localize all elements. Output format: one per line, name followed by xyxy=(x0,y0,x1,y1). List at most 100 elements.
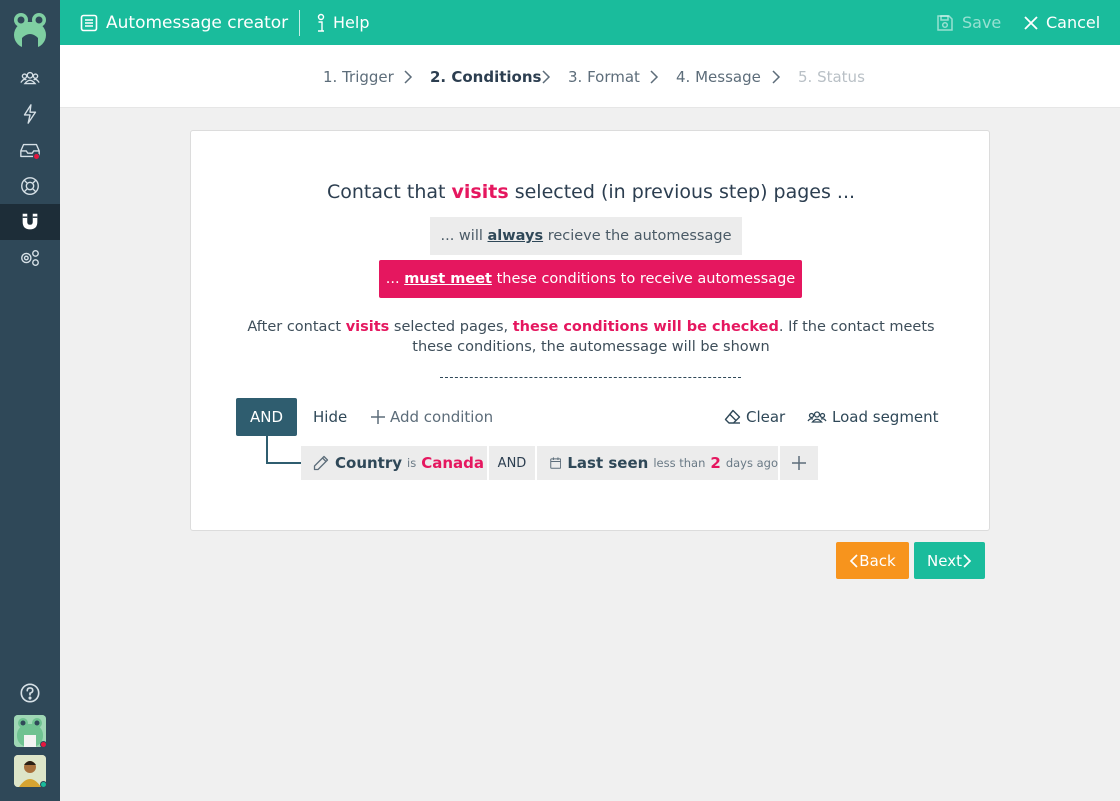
connector-label: AND xyxy=(497,455,527,471)
sidebar-item-automation[interactable] xyxy=(0,96,60,132)
option-always-receive[interactable]: ... will always recieve the automessage xyxy=(430,217,742,255)
header-divider xyxy=(299,10,300,36)
back-button[interactable]: Back xyxy=(836,542,909,579)
step-label: 3. Format xyxy=(568,67,640,86)
chevron-right-icon xyxy=(772,70,781,84)
condition-operator: less than xyxy=(653,456,706,470)
calendar-icon xyxy=(550,457,562,469)
step-label: 4. Message xyxy=(676,67,761,86)
option-text: these conditions to receive automessage xyxy=(496,271,796,287)
page-title: Automessage creator xyxy=(80,0,288,45)
condition-value: Canada xyxy=(421,454,485,472)
magnet-icon xyxy=(22,213,38,230)
help-label: Help xyxy=(333,13,370,32)
and-operator-button[interactable]: AND xyxy=(236,398,297,436)
back-label: Back xyxy=(859,551,896,570)
sidebar-item-support[interactable] xyxy=(0,168,60,204)
contacts-icon xyxy=(20,71,40,85)
eraser-icon xyxy=(724,409,741,424)
sidebar xyxy=(0,0,60,801)
sidebar-item-settings[interactable] xyxy=(0,240,60,276)
save-icon xyxy=(937,14,953,31)
lightning-icon xyxy=(23,104,37,124)
step-label: 5. Status xyxy=(798,67,865,86)
condition-value: 2 xyxy=(710,454,721,472)
option-emphasis: must meet xyxy=(404,271,492,287)
tree-connector xyxy=(266,462,301,464)
condition-connector-and[interactable]: AND xyxy=(489,446,535,480)
user-status-dot xyxy=(40,781,47,788)
app-logo[interactable] xyxy=(0,0,60,60)
condition-field: Last seen xyxy=(567,454,649,472)
next-label: Next xyxy=(927,551,962,570)
option-must-meet-conditions[interactable]: ... must meet these conditions to receiv… xyxy=(379,260,802,298)
hide-button[interactable]: Hide xyxy=(313,398,347,436)
description-highlight: these conditions will be checked xyxy=(512,319,779,335)
clear-label: Clear xyxy=(746,408,786,426)
wizard-stepper: 1. Trigger 2. Conditions 3. Format 4. Me… xyxy=(60,45,1120,108)
page-title-text: Automessage creator xyxy=(106,12,289,33)
inbox-badge xyxy=(33,153,40,160)
description-text: After contact xyxy=(247,319,346,335)
question-text: Contact that xyxy=(326,181,452,203)
step-format[interactable]: 3. Format xyxy=(568,45,640,108)
step-message[interactable]: 4. Message xyxy=(676,45,761,108)
save-button[interactable]: Save xyxy=(936,0,1001,45)
cancel-label: Cancel xyxy=(1046,13,1101,32)
step-label: 2. Conditions xyxy=(430,67,542,86)
add-and-condition-button[interactable] xyxy=(780,446,818,480)
condition-operator: is xyxy=(407,456,417,470)
hide-label: Hide xyxy=(313,408,348,426)
clear-button[interactable]: Clear xyxy=(724,398,785,436)
sidebar-item-contacts[interactable] xyxy=(0,60,60,96)
option-text: ... xyxy=(385,271,400,287)
list-icon xyxy=(80,14,98,31)
step-status: 5. Status xyxy=(798,45,865,108)
condition-unit: days ago xyxy=(725,456,778,470)
pencil-icon xyxy=(313,455,329,471)
conditions-description: After contact visits selected pages, the… xyxy=(231,317,951,357)
conditions-card: Contact that visits selected (in previou… xyxy=(190,130,990,531)
step-trigger[interactable]: 1. Trigger xyxy=(323,45,394,108)
chevron-right-icon xyxy=(650,70,659,84)
frog-logo-icon xyxy=(14,13,46,48)
sidebar-item-automessages[interactable] xyxy=(0,204,60,240)
next-button[interactable]: Next xyxy=(914,542,985,579)
gears-icon xyxy=(21,249,39,267)
load-segment-button[interactable]: Load segment xyxy=(807,398,939,436)
option-text: ... will xyxy=(440,228,483,244)
and-label: AND xyxy=(249,408,284,426)
sidebar-item-help[interactable] xyxy=(0,675,60,711)
option-text: recieve the automessage xyxy=(547,228,732,244)
chevron-right-icon xyxy=(404,70,413,84)
condition-field: Country xyxy=(335,454,403,472)
add-condition-label: Add condition xyxy=(390,408,494,426)
step-label: 1. Trigger xyxy=(323,67,394,86)
dashed-divider xyxy=(440,377,741,378)
plus-icon xyxy=(371,410,385,424)
header-bar: Automessage creator Help Save Cancel xyxy=(60,0,1120,45)
chevron-right-icon xyxy=(963,553,972,568)
bot-status-dot xyxy=(40,741,47,748)
option-emphasis: always xyxy=(487,228,544,244)
cancel-button[interactable]: Cancel xyxy=(1024,0,1100,45)
help-button[interactable]: Help xyxy=(315,0,369,45)
condition-chip-country[interactable]: Country is Canada xyxy=(301,446,487,480)
chevron-right-icon xyxy=(542,70,551,84)
step-conditions[interactable]: 2. Conditions xyxy=(430,45,541,108)
condition-chip-last-seen[interactable]: Last seen less than 2 days ago xyxy=(537,446,778,480)
tree-connector xyxy=(266,436,268,464)
chevron-left-icon xyxy=(850,553,858,568)
description-highlight: visits xyxy=(345,319,390,335)
plus-icon xyxy=(792,456,806,470)
sidebar-item-inbox[interactable] xyxy=(0,132,60,168)
lifebuoy-icon xyxy=(21,177,39,195)
load-segment-label: Load segment xyxy=(832,408,939,426)
close-icon xyxy=(1024,15,1038,30)
segment-icon xyxy=(807,411,827,423)
add-condition-button[interactable]: Add condition xyxy=(371,398,493,436)
help-icon xyxy=(20,683,40,703)
question-highlight: visits xyxy=(451,181,509,203)
save-label: Save xyxy=(962,13,1002,32)
condition-question: Contact that visits selected (in previou… xyxy=(191,181,991,203)
